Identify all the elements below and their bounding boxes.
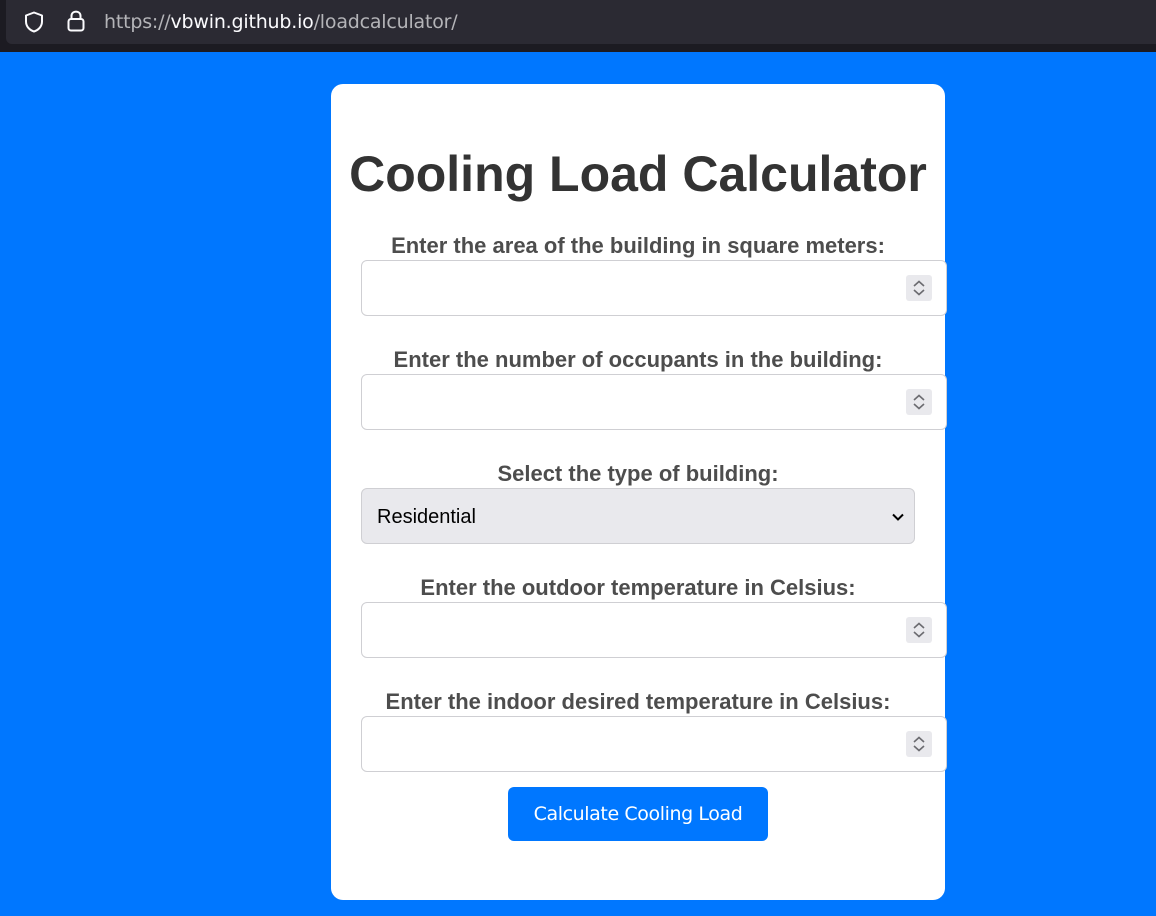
building-type-label: Select the type of building: bbox=[497, 461, 779, 486]
area-input[interactable] bbox=[361, 260, 947, 316]
url-scheme: https:// bbox=[104, 11, 171, 33]
spinner-icon[interactable] bbox=[906, 617, 932, 643]
chevron-down-icon bbox=[890, 509, 906, 525]
spinner-icon[interactable] bbox=[906, 275, 932, 301]
building-type-select[interactable]: Residential bbox=[361, 488, 915, 544]
browser-toolbar: https://vbwin.github.io/loadcalculator/ bbox=[0, 0, 1156, 52]
indoor-temp-label: Enter the indoor desired temperature in … bbox=[385, 689, 891, 714]
occupants-label: Enter the number of occupants in the bui… bbox=[393, 347, 883, 372]
building-type-value: Residential bbox=[377, 506, 476, 528]
calculate-button[interactable]: Calculate Cooling Load bbox=[508, 787, 768, 841]
page-title: Cooling Load Calculator bbox=[349, 146, 927, 202]
area-label: Enter the area of the building in square… bbox=[391, 233, 885, 258]
address-bar[interactable]: https://vbwin.github.io/loadcalculator/ bbox=[6, 0, 1156, 44]
occupants-input[interactable] bbox=[361, 374, 947, 430]
spinner-icon[interactable] bbox=[906, 389, 932, 415]
outdoor-temp-label: Enter the outdoor temperature in Celsius… bbox=[420, 575, 856, 600]
url-text[interactable]: https://vbwin.github.io/loadcalculator/ bbox=[104, 10, 458, 34]
calculator-card: Cooling Load Calculator Enter the area o… bbox=[331, 84, 947, 900]
outdoor-temp-input[interactable] bbox=[361, 602, 947, 658]
lock-icon[interactable] bbox=[64, 9, 88, 33]
spinner-icon[interactable] bbox=[906, 731, 932, 757]
url-host: vbwin.github.io bbox=[170, 11, 314, 33]
indoor-temp-input[interactable] bbox=[361, 716, 947, 772]
shield-icon[interactable] bbox=[22, 10, 46, 34]
url-path: /loadcalculator/ bbox=[313, 11, 458, 33]
